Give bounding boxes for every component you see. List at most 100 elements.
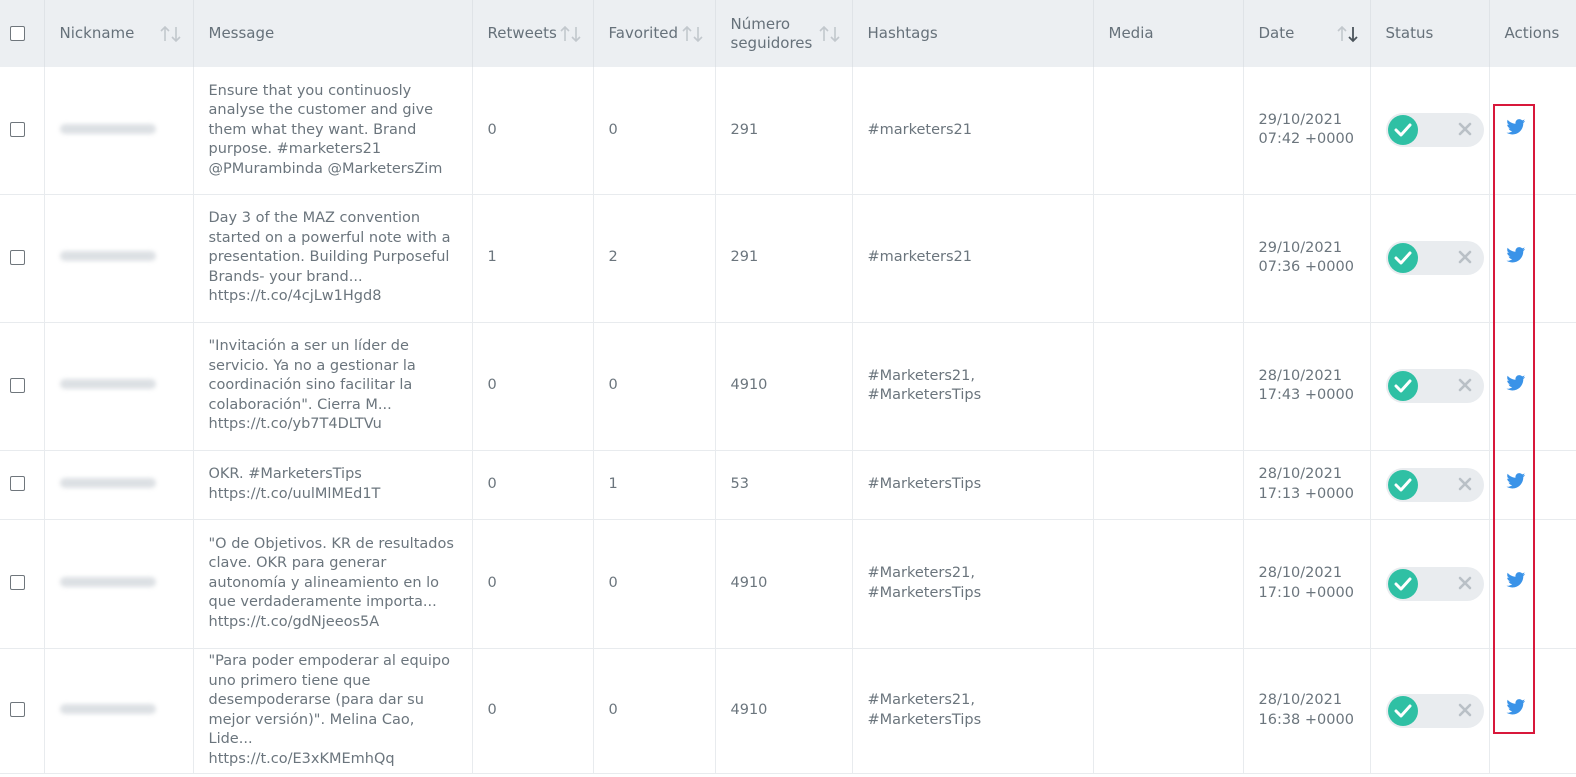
favorited-value: 0 xyxy=(608,701,618,718)
blurred-nickname[interactable] xyxy=(59,251,156,262)
retweets-cell: 0 xyxy=(472,450,594,520)
favorited-value: 2 xyxy=(608,249,618,266)
blurred-nickname[interactable] xyxy=(59,576,156,587)
status-cell xyxy=(1370,519,1490,649)
favorited-cell: 2 xyxy=(593,194,716,323)
status-cell xyxy=(1370,194,1490,323)
sort-icon[interactable] xyxy=(559,24,583,44)
column-seguidores[interactable]: Número seguidores xyxy=(715,0,853,67)
column-hashtags-label: Hashtags xyxy=(867,24,938,42)
table-row: Day 3 of the MAZ convention started on a … xyxy=(0,194,1576,323)
message-line: purpose. #marketers21 xyxy=(208,141,382,157)
twitter-bird-icon[interactable] xyxy=(1505,699,1526,722)
status-toggle[interactable] xyxy=(1385,693,1484,728)
message-line: Day 3 of the MAZ convention xyxy=(208,210,421,227)
favorited-value: 0 xyxy=(608,121,618,138)
message-line: them what they want. Brand xyxy=(208,121,417,138)
sort-icon[interactable] xyxy=(818,24,842,44)
row-select-cell xyxy=(0,648,45,774)
blurred-nickname[interactable] xyxy=(59,123,156,134)
hashtag-line: #MarketersTips xyxy=(867,711,982,728)
seguidores-value: 291 xyxy=(730,121,759,138)
seguidores-cell: 291 xyxy=(715,67,853,195)
message-line: clave. OKR para generar xyxy=(208,555,387,572)
column-seguidores-label-line1: Número xyxy=(730,14,791,33)
sort-icon[interactable] xyxy=(159,24,183,44)
hashtags-cell: #Marketers21, #MarketersTips xyxy=(852,322,1094,451)
twitter-bird-icon[interactable] xyxy=(1505,246,1526,270)
row-checkbox[interactable] xyxy=(10,476,25,492)
seguidores-value: 4910 xyxy=(730,574,768,591)
date-line: 28/10/2021 xyxy=(1258,367,1343,384)
retweets-value: 0 xyxy=(487,701,497,718)
column-favorited[interactable]: Favorited xyxy=(593,0,716,67)
date-line: 29/10/2021 xyxy=(1258,239,1343,256)
message-line: presentation. Building Purposeful xyxy=(208,249,450,266)
date-line: 17:13 +0000 xyxy=(1258,485,1354,502)
twitter-bird-icon[interactable] xyxy=(1505,473,1526,496)
message-cell: Ensure that you continuosly analyse the c… xyxy=(193,67,473,195)
message-line: "Para poder empoderar al equipo xyxy=(208,653,450,669)
status-cell xyxy=(1370,648,1490,774)
message-line: desempoderarse (para dar su xyxy=(208,692,424,708)
row-checkbox[interactable] xyxy=(10,377,25,393)
table-row: "Invitación a ser un líder de servicio. Y… xyxy=(0,322,1576,451)
message-cell: Day 3 of the MAZ convention started on a … xyxy=(193,194,473,323)
nickname-cell xyxy=(44,648,194,774)
date-line: 28/10/2021 xyxy=(1258,565,1343,581)
status-cell xyxy=(1370,322,1490,451)
blurred-nickname[interactable] xyxy=(59,703,156,714)
column-date[interactable]: Date xyxy=(1243,0,1371,67)
column-status-label: Status xyxy=(1385,24,1434,42)
favorited-value: 1 xyxy=(608,475,618,492)
retweets-value: 0 xyxy=(487,377,497,394)
retweets-cell: 0 xyxy=(472,322,594,451)
twitter-bird-icon[interactable] xyxy=(1505,119,1526,142)
column-status: Status xyxy=(1370,0,1490,67)
favorited-cell: 0 xyxy=(593,67,716,195)
table-row: OKR. #MarketersTips https://t.co/uulMlMEd… xyxy=(0,450,1576,520)
check-icon xyxy=(1387,695,1418,726)
sort-icon[interactable] xyxy=(681,24,705,44)
hashtag-line: #Marketers21, xyxy=(867,367,976,384)
date-cell: 29/10/2021 07:36 +0000 xyxy=(1243,194,1371,323)
nickname-cell xyxy=(44,519,194,649)
favorited-cell: 0 xyxy=(593,519,716,649)
sort-desc-icon[interactable] xyxy=(1336,24,1360,44)
status-toggle[interactable] xyxy=(1385,566,1484,601)
status-cell xyxy=(1370,450,1490,520)
retweets-cell: 1 xyxy=(472,194,594,323)
seguidores-value: 4910 xyxy=(730,377,768,394)
seguidores-value: 4910 xyxy=(730,701,768,718)
row-checkbox[interactable] xyxy=(10,249,25,265)
retweets-value: 0 xyxy=(487,574,497,591)
row-select-cell xyxy=(0,450,45,520)
row-checkbox[interactable] xyxy=(10,122,25,137)
twitter-bird-icon[interactable] xyxy=(1505,572,1526,595)
column-retweets[interactable]: Retweets xyxy=(472,0,594,67)
retweets-value: 1 xyxy=(487,249,497,266)
message-cell: "Para poder empoderar al equipo uno prime… xyxy=(193,648,473,774)
blurred-nickname[interactable] xyxy=(59,379,156,390)
blurred-nickname[interactable] xyxy=(59,477,156,488)
message-line: servicio. Ya no a gestionar la xyxy=(208,357,416,374)
table-body: Ensure that you continuosly analyse the c… xyxy=(0,67,1576,774)
status-toggle[interactable] xyxy=(1385,113,1484,148)
table-row: "Para poder empoderar al equipo uno prime… xyxy=(0,648,1576,774)
x-icon xyxy=(1458,576,1472,597)
message-line: Ensure that you continuosly xyxy=(208,82,412,99)
column-nickname[interactable]: Nickname xyxy=(44,0,194,67)
select-all-checkbox[interactable] xyxy=(10,26,25,41)
message-line: uno primero tiene que xyxy=(208,672,371,689)
hashtag-line: #MarketersTips xyxy=(867,475,982,492)
status-toggle[interactable] xyxy=(1385,241,1484,275)
favorited-cell: 0 xyxy=(593,322,716,451)
date-line: 07:42 +0000 xyxy=(1258,131,1354,148)
column-media: Media xyxy=(1093,0,1244,67)
row-checkbox[interactable] xyxy=(10,575,25,591)
twitter-bird-icon[interactable] xyxy=(1505,374,1526,398)
status-toggle[interactable] xyxy=(1385,369,1484,403)
row-checkbox[interactable] xyxy=(10,702,25,718)
status-toggle[interactable] xyxy=(1385,467,1484,502)
hashtags-cell: #Marketers21, #MarketersTips xyxy=(852,519,1094,649)
